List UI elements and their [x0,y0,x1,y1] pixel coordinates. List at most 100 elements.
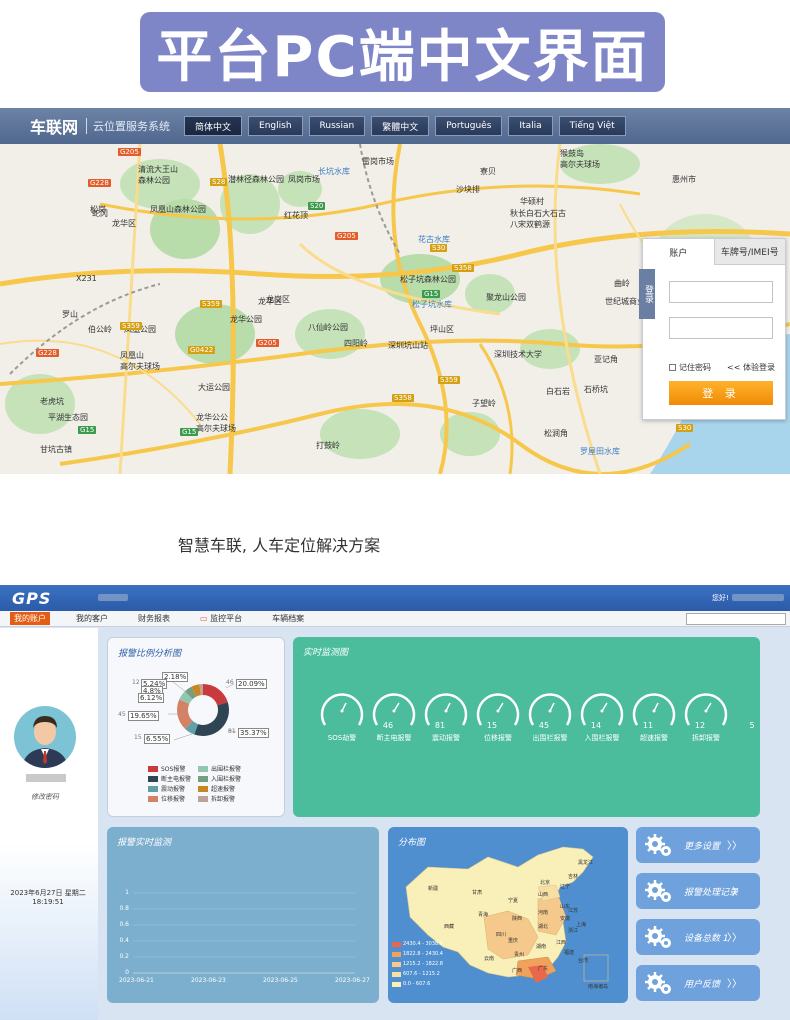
welcome-text: 您好! [712,594,729,602]
remember-checkbox[interactable] [669,364,676,371]
gauge-label: 位移报警 [484,734,512,742]
alarm-records-button[interactable]: 报警处理记录 〉 [636,873,760,909]
alarm-gauge[interactable]: 11 入围栏报警 [579,689,653,742]
legend-item[interactable]: 拆卸报警 [198,794,235,803]
user-panel: 修改密码 2023年6月27日 星期二 18:19:51 [0,628,98,1020]
y-tick-label: 0.4 [119,937,129,944]
gauge-value: 5 [749,721,755,730]
province-label: 湖南 [536,944,547,950]
screenshot-root: 平台PC端中文界面 车联网 云位置服务系统 简体中文 English Russi… [0,0,790,1020]
province-label: 辽宁 [560,884,571,890]
y-tick-label: 0 [125,969,129,976]
province-label: 西藏 [444,924,455,930]
alarm-gauge[interactable]: 45 位移报警 [475,689,549,742]
legend-item[interactable]: 震动报警 [148,784,185,793]
distribution-legend-item[interactable]: 0.0 - 607.6 [392,981,430,987]
map-place-label: 松涧角 [544,429,568,438]
y-tick-label: 0.6 [119,921,129,928]
map-place-label: 坪山区 [430,325,454,334]
device-total-button[interactable]: 设备总数 1 〉〉 [636,919,760,955]
province-label: 安徽 [560,916,571,922]
legend-item[interactable]: 断主电报警 [148,774,191,783]
map-place-label: 四阳岭 [344,339,368,348]
alarm-gauge[interactable]: 15 震动报警 [423,689,497,742]
blurred-username [732,594,784,601]
gauge-dial [528,693,572,726]
donut-slice[interactable] [194,702,229,736]
alarm-gauge[interactable]: 81 断主电报警 [371,689,445,742]
tab-plate-imei[interactable]: 车牌号/IMEI号 [713,239,785,265]
map-place-label: 凤凰山森林公园 [150,205,206,214]
chevron-right-icon: 〉〉 [727,979,742,990]
legend-item[interactable]: 位移报警 [148,794,185,803]
login-button[interactable]: 登 录 [669,381,773,405]
brand-subtitle: 云位置服务系统 [86,118,170,134]
legend-range: 607.6 - 1215.2 [403,971,440,977]
distribution-legend-item[interactable]: 2430.4 - 3038.0 [392,941,443,947]
road-tag: G205 [256,339,279,347]
lang-button-en[interactable]: English [248,116,303,136]
road-tag: S30 [676,424,694,432]
lang-button-pt[interactable]: Português [435,116,503,136]
user-feedback-button[interactable]: 用户反馈 〉〉 [636,965,760,1001]
distribution-legend-item[interactable]: 1215.2 - 1822.8 [392,961,443,967]
gauge-dial [580,693,624,726]
alarm-ratio-panel: 报警比例分析图 2.18% 12 5.24% 4.8% 6.12% 46 20.… [107,637,285,817]
alarm-gauge[interactable]: 46 SOS劫警 [319,689,393,742]
dashboard-screen: GPS 您好! 我的账户 我的客户 财务报表 ▭ 监控平台 车辆档案 ⌕ [0,585,790,1020]
map-place-label: 平湖生态园 [48,413,88,422]
lang-button-ru[interactable]: Russian [308,116,366,136]
legend-item[interactable]: 入围栏报警 [198,774,241,783]
experience-login-link[interactable]: << 体验登录 [727,362,775,373]
pct-label: 19.65% [128,711,159,721]
x-tick-label: 2023-06-25 [263,977,298,984]
legend-item[interactable]: SOS报警 [148,764,185,773]
y-tick-label: 1 [125,889,129,896]
search-input[interactable] [686,613,786,625]
alarm-gauge[interactable]: 5 拆卸报警 [683,689,755,742]
map-place-label: 猴鼓岛 高尔夫球场 [560,149,600,169]
legend-item[interactable]: 出围栏报警 [198,764,241,773]
distribution-legend-item[interactable]: 1822.8 - 2430.4 [392,951,443,957]
password-input[interactable] [669,317,773,339]
map-place-label: 凤岗市场 [288,175,320,184]
panel-title: 实时监测图 [303,648,349,658]
gear-icon [645,880,671,902]
pct-label: 6.55% [144,734,171,744]
lang-button-vi[interactable]: Tiếng Việt [558,116,626,136]
login-tabs: 账户 车牌号/IMEI号 [643,239,785,265]
donut-slice[interactable] [203,684,228,706]
lang-button-it[interactable]: Italia [508,116,553,136]
remember-password[interactable]: 记住密码 [669,362,711,373]
nav-monitor-label: 监控平台 [210,614,243,623]
quick-button-label: 报警处理记录 [684,888,739,898]
distribution-legend-item[interactable]: 607.6 - 1215.2 [392,971,440,977]
nav-my-account[interactable]: 我的账户 [10,612,50,625]
tab-account[interactable]: 账户 [643,239,714,265]
lang-button-zh-tw[interactable]: 繁體中文 [371,116,430,136]
lang-button-zh-cn[interactable]: 简体中文 [184,116,243,136]
count-label: 81 [228,728,236,735]
legend-item[interactable]: 超速报警 [198,784,235,793]
map-place-label: X231 [76,274,97,283]
alarm-gauge[interactable]: 14 出围栏报警 [527,689,601,742]
province-label: 台湾 [578,958,589,964]
change-password-link[interactable]: 修改密码 [0,792,90,802]
nav-finance[interactable]: 财务报表 [134,612,174,625]
legend-range: 2430.4 - 3038.0 [403,941,443,947]
province-label: 陕西 [512,916,523,922]
road-tag: S358 [452,264,474,272]
background-map[interactable]: 清流大王山 森林公园 凤凰山森林公园 潜林径森林公园 凤岗市场 长坑水库 雷岗市场 沙块排寮… [0,144,790,474]
province-label: 新疆 [428,886,439,892]
login-side-tab[interactable]: 登录 [639,269,655,319]
username-input[interactable] [669,281,773,303]
nav-monitor[interactable]: ▭ 监控平台 [196,612,246,625]
gauge-label: 超速报警 [640,734,668,742]
x-tick-label: 2023-06-23 [191,977,226,984]
legend-range: 1822.8 - 2430.4 [403,951,443,957]
nav-my-customers[interactable]: 我的客户 [72,612,112,625]
alarm-gauge[interactable]: 12 超速报警 [631,689,705,742]
road-tag: G205 [335,232,358,240]
nav-vehicle-files[interactable]: 车辆档案 [268,612,308,625]
more-settings-button[interactable]: 更多设置 〉〉 [636,827,760,863]
